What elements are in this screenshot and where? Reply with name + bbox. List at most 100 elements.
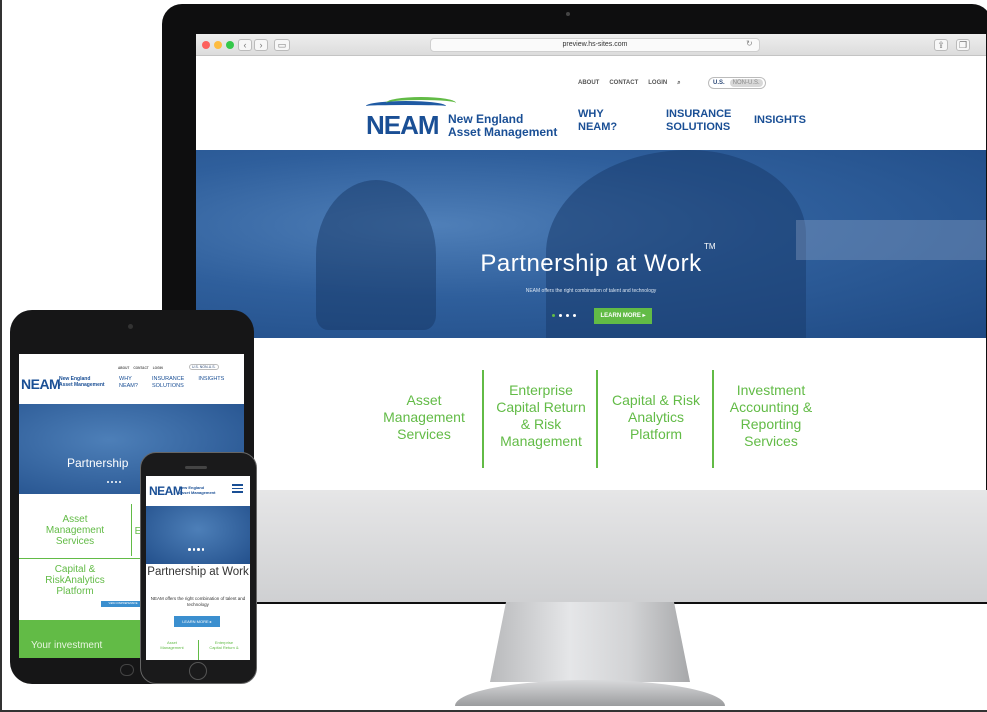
tablet-region-toggle[interactable]: U.S. NON-U.S. (189, 364, 219, 370)
desktop-screen: ‹ › ▭ preview.hs-sites.com ↻ ⇪ ❐ ABOUT C… (196, 34, 986, 490)
tablet-home-button (120, 664, 134, 676)
service-line: Platform (629, 426, 683, 442)
tablet-contact-link[interactable]: CONTACT (133, 366, 148, 370)
share-icon[interactable]: ⇪ (934, 39, 948, 51)
tablet-nav-insights[interactable]: INSIGHTS (198, 376, 224, 390)
zoom-window-button[interactable] (226, 41, 234, 49)
browser-toolbar: ‹ › ▭ preview.hs-sites.com ↻ ⇪ ❐ (196, 34, 986, 56)
about-link[interactable]: ABOUT (578, 80, 599, 87)
nav-insurance-line2: SOLUTIONS (666, 121, 731, 133)
phone-logo-text: New England Asset Management (179, 485, 215, 495)
service-line: Services (744, 433, 798, 449)
nav-why-neam[interactable]: WHY NEAM? (578, 108, 644, 134)
tablet-service-capital-risk[interactable]: Capital & RiskAnalytics Platform (19, 564, 131, 597)
phone-logo-mark[interactable]: NEAM (149, 484, 183, 498)
region-toggle[interactable]: U.S. NON-U.S. (708, 77, 766, 89)
service-line: Capital Return & (209, 645, 239, 650)
contact-link[interactable]: CONTACT (609, 80, 638, 87)
service-divider (712, 370, 714, 468)
address-bar[interactable]: preview.hs-sites.com (430, 38, 760, 52)
logo-line-2: Asset Management (448, 125, 558, 139)
service-asset-management[interactable]: Asset Management Services (374, 392, 474, 443)
utility-nav: ABOUT CONTACT LOGIN ⌕ (578, 80, 681, 87)
reload-icon[interactable]: ↻ (746, 39, 753, 48)
region-us[interactable]: U.S. (711, 80, 727, 86)
logo-text: New England Asset Management (448, 113, 557, 139)
service-line: Enterprise (509, 382, 573, 398)
nav-insights[interactable]: INSIGHTS (754, 108, 820, 134)
tablet-nav-why[interactable]: WHY NEAM? (119, 376, 138, 390)
phone-learn-more-button[interactable]: LEARN MORE ▸ (174, 616, 220, 627)
service-investment-accounting[interactable]: Investment Accounting & Reporting Servic… (716, 382, 826, 450)
carousel-dot[interactable] (566, 314, 569, 317)
service-line: Capital Return (496, 399, 586, 415)
tablet-logo-line-2: Asset Management (59, 382, 105, 388)
service-line: Management (160, 645, 184, 650)
imac-chin (162, 490, 987, 602)
carousel-dot[interactable] (559, 314, 562, 317)
carousel-dot[interactable] (573, 314, 576, 317)
hamburger-menu-icon[interactable] (232, 484, 243, 495)
tabs-icon[interactable]: ❐ (956, 39, 970, 51)
phone-screen: NEAM New England Asset Management Partne… (146, 476, 250, 660)
phone-home-button (189, 662, 207, 680)
site-header: ABOUT CONTACT LOGIN ⌕ U.S. NON-U.S. NEAM… (196, 56, 986, 150)
phone-carousel-dots (188, 548, 204, 551)
service-divider (482, 370, 484, 468)
tablet-logo-mark[interactable]: NEAM (21, 376, 61, 392)
service-enterprise-capital[interactable]: Enterprise Capital Return & Risk Managem… (486, 382, 596, 450)
tablet-carousel-dots (107, 481, 121, 483)
close-window-button[interactable] (202, 41, 210, 49)
tablet-nav-insurance[interactable]: INSURANCE SOLUTIONS (152, 376, 184, 390)
tablet-login-link[interactable]: LOGIN (153, 366, 163, 370)
service-line: Platform (56, 586, 94, 597)
tablet-green-text: Your investment (31, 640, 103, 651)
service-line: & Risk (520, 416, 562, 432)
neam-logo[interactable]: NEAM New England Asset Management (366, 97, 557, 140)
search-icon[interactable]: ⌕ (677, 80, 680, 87)
phone-logo-line-2: Asset Management (179, 490, 216, 495)
service-capital-risk-analytics[interactable]: Capital & Risk Analytics Platform (602, 392, 710, 443)
hero-subtitle: NEAM offers the right combination of tal… (525, 288, 657, 294)
hero-title: Partnership at Work (480, 250, 702, 277)
phone-service-divider (198, 640, 199, 660)
service-line: Management (45, 525, 105, 536)
tablet-service-asset[interactable]: Asset Management Services (19, 514, 131, 547)
service-line: Capital & (54, 564, 96, 575)
learn-more-button[interactable]: LEARN MORE ▸ (594, 308, 652, 324)
imac-stand-base (455, 680, 725, 706)
nav-why-neam-line2: NEAM? (578, 121, 618, 133)
service-line: Investment (736, 382, 806, 398)
service-line: Management (500, 433, 582, 449)
nav-insurance-solutions[interactable]: INSURANCE SOLUTIONS (666, 108, 732, 134)
carousel-dot[interactable] (552, 314, 555, 317)
login-link[interactable]: LOGIN (648, 80, 667, 87)
service-line: RiskAnalytics (45, 575, 105, 586)
service-line: Reporting (740, 416, 802, 432)
tablet-solutions-button[interactable]: VIEW COMPREHENSIVE SOLUTIONS (101, 601, 145, 611)
service-line: Management (383, 409, 465, 425)
tablet-utility-nav: ABOUT CONTACT LOGIN (118, 366, 163, 370)
tablet-logo-text: New England Asset Management (59, 376, 105, 388)
phone-service-enterprise[interactable]: Enterprise Capital Return & (200, 640, 248, 650)
phone-hero-subtitle: NEAM offers the right combination of tal… (150, 596, 246, 607)
carousel-dots (552, 314, 576, 317)
service-line: Capital & Risk (612, 392, 700, 408)
nav-why-neam-line1: WHY (578, 108, 604, 120)
phone-service-asset[interactable]: Asset Management (148, 640, 196, 650)
service-line: Services (397, 426, 451, 442)
region-non-us[interactable]: NON-U.S. (729, 79, 763, 87)
tablet-main-nav: WHY NEAM? INSURANCE SOLUTIONS INSIGHTS (119, 376, 224, 390)
trademark-mark: TM (704, 242, 716, 251)
minimize-window-button[interactable] (214, 41, 222, 49)
tablet-camera (128, 324, 133, 329)
sidebar-toggle-icon[interactable]: ▭ (274, 39, 290, 51)
tablet-hero-title: Partnership (67, 456, 129, 470)
main-nav: WHY NEAM? INSURANCE SOLUTIONS INSIGHTS (578, 108, 820, 134)
logo-mark: NEAM (366, 110, 440, 140)
tablet-about-link[interactable]: ABOUT (118, 366, 129, 370)
forward-button[interactable]: › (254, 39, 268, 51)
logo-swoosh-green (386, 97, 456, 109)
back-button[interactable]: ‹ (238, 39, 252, 51)
services-section: Asset Management Services Enterprise Cap… (196, 338, 986, 490)
